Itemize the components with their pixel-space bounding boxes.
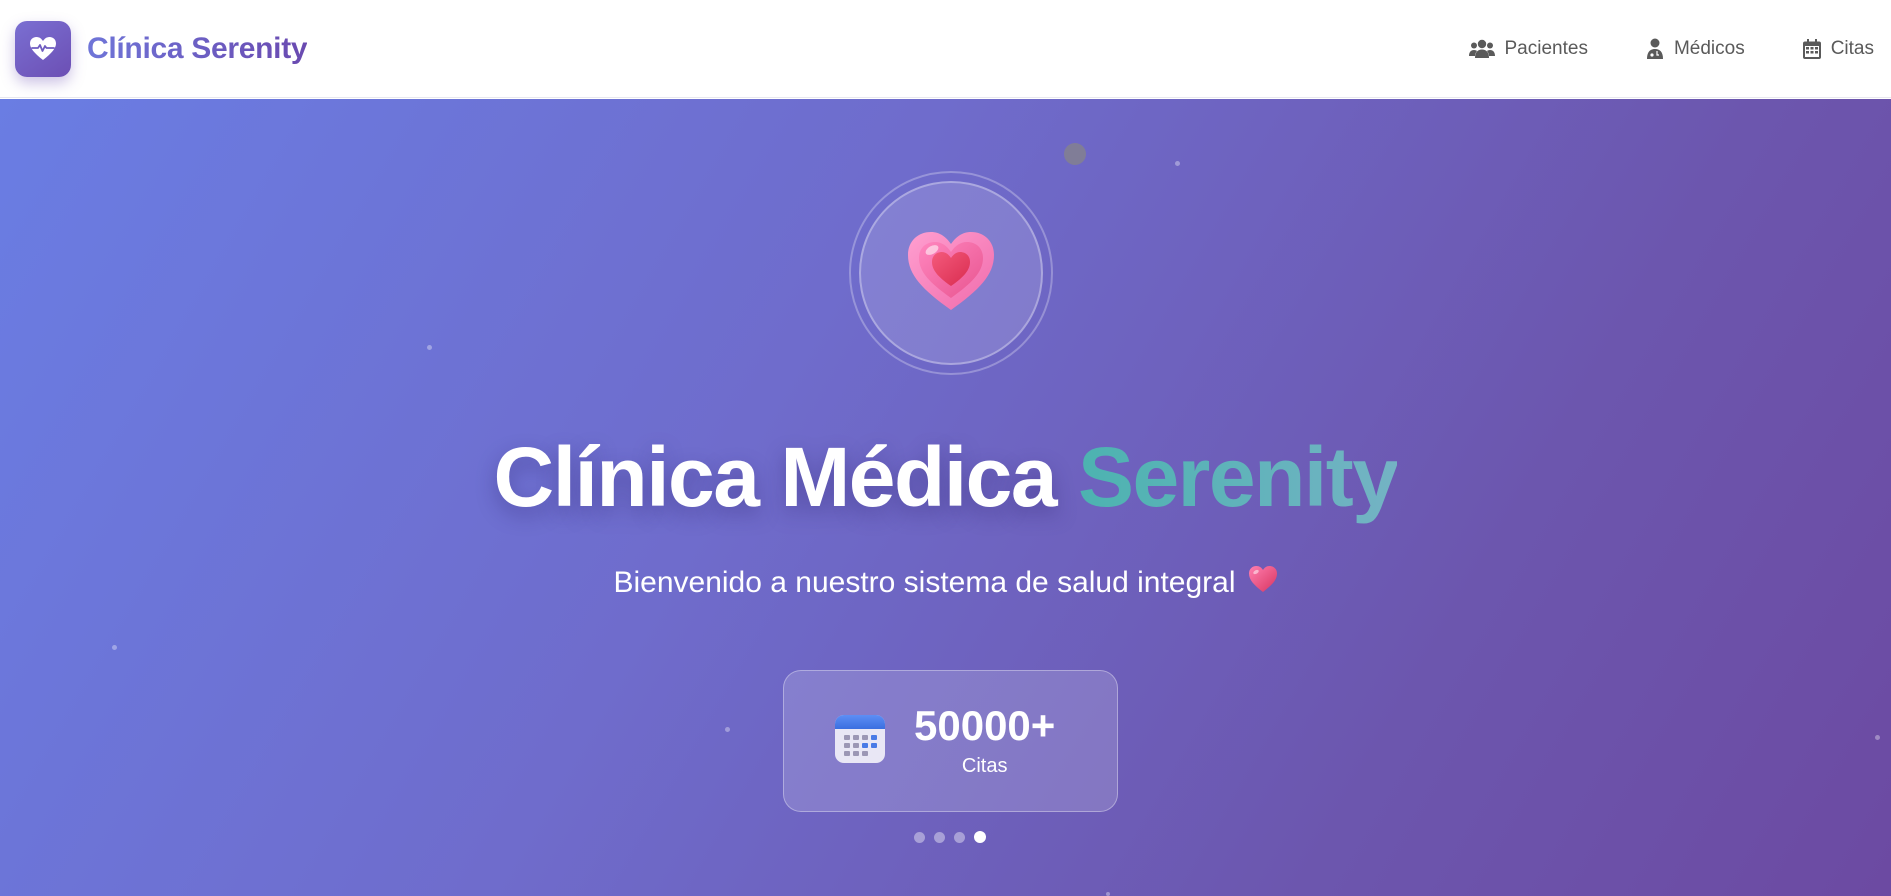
hero-title: Clínica Médica Serenity — [0, 429, 1891, 526]
nav-link-citas[interactable]: Citas — [1802, 37, 1874, 60]
nav-link-label: Médicos — [1673, 37, 1745, 59]
hero-subtitle: Bienvenido a nuestro sistema de salud in… — [0, 565, 1891, 601]
stat-card: 50000+ Citas — [783, 670, 1118, 812]
hero-title-accent: Serenity — [1077, 430, 1399, 524]
users-icon — [1468, 39, 1495, 59]
decorative-particle — [1106, 892, 1110, 896]
stat-label: Citas — [961, 754, 1008, 777]
hero-title-part2: Médica — [780, 430, 1057, 524]
hero-title-part1: Clínica — [493, 430, 760, 524]
calendar-icon — [834, 713, 886, 770]
nav-link-label: Citas — [1830, 37, 1874, 59]
decorative-particle — [427, 345, 432, 350]
carousel-dot[interactable] — [954, 831, 965, 843]
carousel-dot[interactable] — [934, 831, 945, 843]
heart-icon — [906, 230, 996, 317]
brand[interactable]: Clínica Serenity — [15, 20, 308, 77]
carousel-indicators — [914, 831, 986, 843]
heart-pulse-icon — [15, 20, 71, 77]
carousel-dot[interactable] — [974, 831, 986, 843]
brand-name: Clínica Serenity — [87, 31, 308, 65]
decorative-particle — [1064, 143, 1086, 165]
decorative-particle — [1875, 735, 1880, 740]
calendar-icon — [1802, 38, 1821, 59]
nav-link-pacientes[interactable]: Pacientes — [1468, 37, 1588, 60]
doctor-icon — [1646, 38, 1664, 59]
nav-link-medicos[interactable]: Médicos — [1646, 38, 1745, 60]
heart-icon — [1248, 565, 1278, 601]
decorative-particle — [1175, 161, 1180, 166]
hero-emblem — [849, 171, 1053, 375]
decorative-particle — [725, 727, 730, 732]
hero-subtitle-text: Bienvenido a nuestro sistema de salud in… — [613, 566, 1236, 599]
stat-value: 50000+ — [914, 701, 1056, 749]
decorative-particle — [112, 645, 117, 650]
carousel-dot[interactable] — [914, 831, 925, 843]
nav-link-label: Pacientes — [1504, 37, 1588, 59]
nav-links: Pacientes Médicos Citas — [1468, 37, 1877, 60]
top-navbar: Clínica Serenity Pacientes Médicos Citas — [0, 0, 1891, 98]
hero-section: Clínica Médica Serenity Bienvenido a nue… — [0, 99, 1891, 896]
